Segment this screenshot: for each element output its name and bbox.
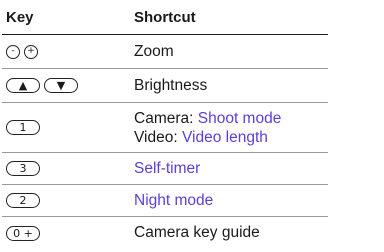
camera-label: Camera: bbox=[134, 109, 198, 127]
shortcut-cell: Camera: Shoot mode Video: Video length bbox=[130, 103, 328, 153]
header-row: Key Shortcut bbox=[2, 0, 328, 35]
shortcut-cell: Self-timer bbox=[130, 153, 328, 185]
key-cell: 1 bbox=[2, 103, 130, 153]
shoot-mode-link[interactable]: Shoot mode bbox=[198, 110, 282, 127]
volume-up-icon: + bbox=[24, 44, 38, 59]
up-arrow-key-icon: ▲ bbox=[6, 78, 40, 94]
shortcut-table: Key Shortcut - + Zoom ▲ ▼ Brightness 1 Cam… bbox=[2, 0, 328, 249]
key-cell: 0 + bbox=[2, 217, 130, 249]
key-cell: 3 bbox=[2, 153, 130, 185]
key-cell: 2 bbox=[2, 185, 130, 217]
table-row: 0 + Camera key guide bbox=[2, 217, 328, 249]
key-cell: - + bbox=[2, 35, 130, 69]
table-row: - + Zoom bbox=[2, 35, 328, 69]
volume-down-icon: - bbox=[6, 44, 20, 59]
table-row: 2 Night mode bbox=[2, 185, 328, 217]
shortcut-column-header: Shortcut bbox=[134, 8, 196, 26]
night-mode-link[interactable]: Night mode bbox=[134, 192, 213, 209]
key-1-icon: 1 bbox=[6, 120, 40, 136]
shortcut-cell: Brightness bbox=[134, 77, 208, 94]
shortcut-cell: Camera key guide bbox=[134, 224, 260, 242]
video-length-link[interactable]: Video length bbox=[182, 129, 268, 146]
key-2-icon: 2 bbox=[6, 193, 40, 209]
key-cell: ▲ ▼ bbox=[2, 69, 130, 103]
table-row: ▲ ▼ Brightness bbox=[2, 69, 328, 103]
key-column-header: Key bbox=[6, 8, 34, 26]
shortcut-cell: Night mode bbox=[130, 185, 328, 217]
self-timer-link[interactable]: Self-timer bbox=[134, 160, 200, 177]
table-row: 3 Self-timer bbox=[2, 153, 328, 185]
shortcut-cell: Zoom bbox=[134, 43, 174, 60]
down-arrow-key-icon: ▼ bbox=[44, 78, 78, 94]
key-3-icon: 3 bbox=[6, 161, 40, 177]
video-label: Video: bbox=[134, 128, 182, 146]
key-0-plus-icon: 0 + bbox=[6, 225, 40, 241]
table-row: 1 Camera: Shoot mode Video: Video length bbox=[2, 103, 328, 153]
